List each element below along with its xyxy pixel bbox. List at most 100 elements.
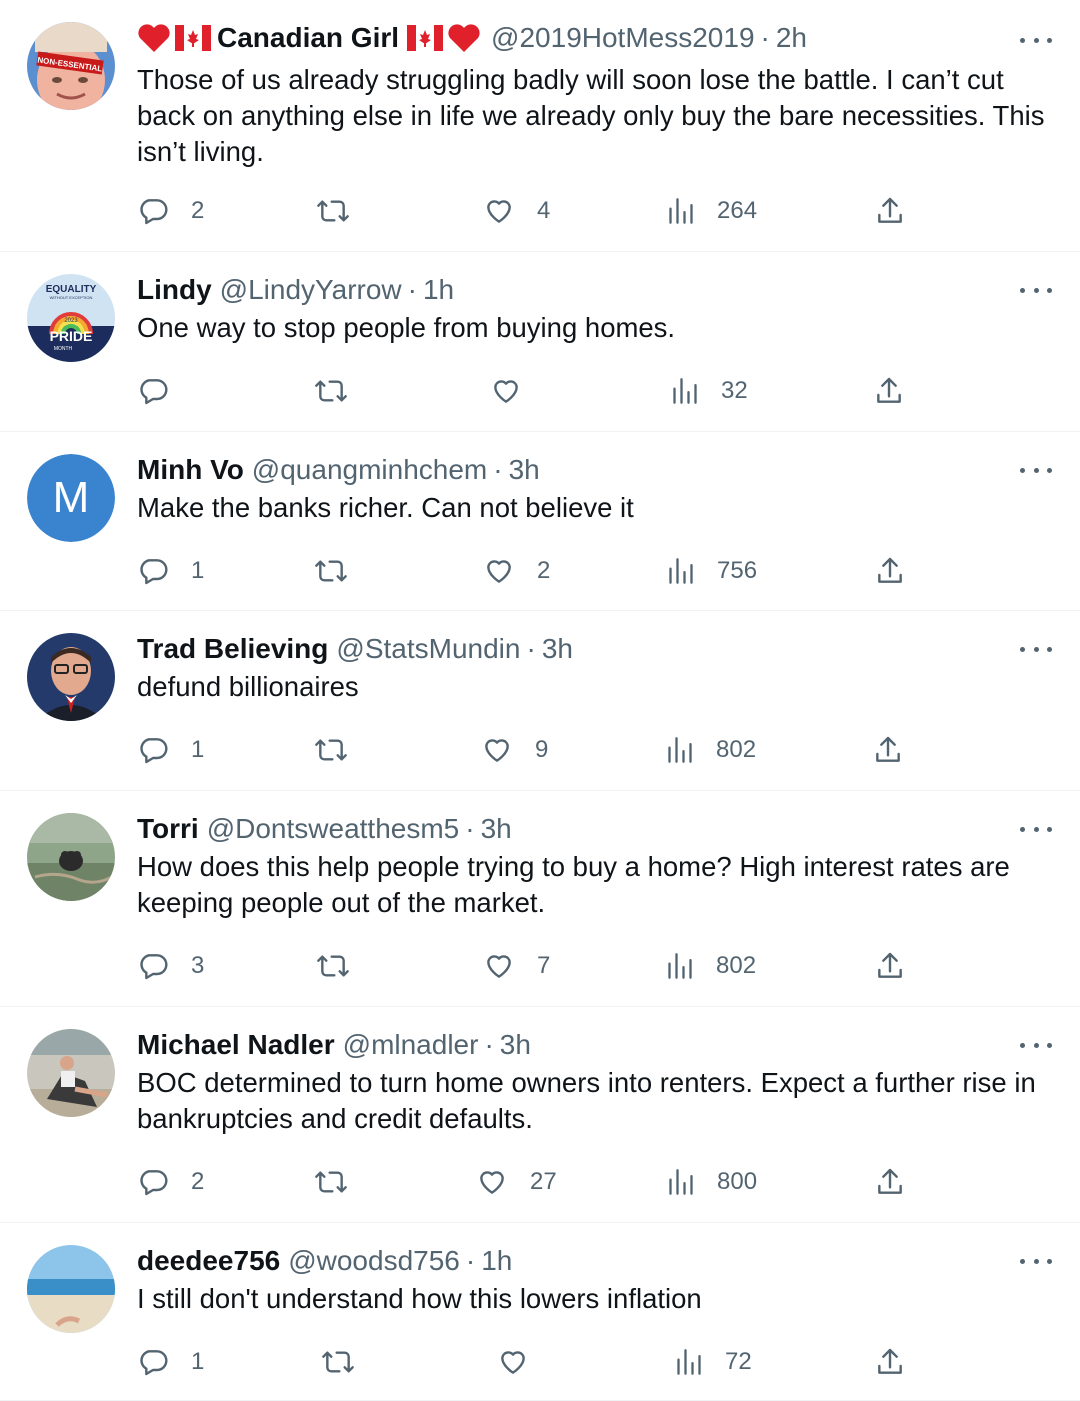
more-options-button[interactable] <box>1020 278 1052 302</box>
avatar[interactable]: EQUALITY WITHOUT EXCEPTION 2023 PRIDE MO… <box>27 274 115 362</box>
reply-button[interactable]: 3 <box>137 948 204 984</box>
reply-button[interactable]: 1 <box>137 732 204 768</box>
retweet-button[interactable] <box>320 1344 356 1380</box>
more-icon <box>1020 287 1025 293</box>
views-button[interactable]: 264 <box>667 193 757 229</box>
reply-button[interactable]: 2 <box>137 193 204 229</box>
like-button[interactable]: 4 <box>483 193 550 229</box>
display-name[interactable]: Canadian Girl <box>217 22 399 54</box>
reply-count: 3 <box>191 952 205 979</box>
tweet[interactable]: deedee756 @woodsd756 · 1h I still don't … <box>0 1223 1080 1401</box>
more-options-button[interactable] <box>1020 28 1052 52</box>
avatar[interactable] <box>27 813 115 901</box>
share-button[interactable] <box>873 373 905 409</box>
tweet-header: Torri @Dontsweatthesm5 · 3h <box>137 809 512 849</box>
user-handle[interactable]: @LindyYarrow <box>220 274 402 306</box>
display-name[interactable]: Michael Nadler <box>137 1029 335 1061</box>
retweet-button[interactable] <box>313 553 349 589</box>
reply-button[interactable] <box>137 373 191 409</box>
view-count: 800 <box>717 1168 758 1195</box>
reply-count: 2 <box>191 1168 205 1195</box>
retweet-button[interactable] <box>315 193 351 229</box>
retweet-button[interactable] <box>313 1164 349 1200</box>
action-bar: 2 4 264 <box>0 193 1080 229</box>
tweet[interactable]: NON-ESSENTIAL Canadian Girl @2019HotMess… <box>0 0 1080 252</box>
more-icon-dot <box>1033 467 1039 473</box>
separator-dot: · <box>465 1245 476 1276</box>
timestamp[interactable]: 1h <box>481 1245 512 1277</box>
tweet-header: Canadian Girl @2019HotMess2019 · 2h <box>137 18 807 58</box>
views-button[interactable]: 802 <box>666 732 756 768</box>
reply-count: 1 <box>191 736 205 763</box>
reply-button[interactable]: 2 <box>137 1164 204 1200</box>
reply-count: 1 <box>191 1348 205 1375</box>
avatar[interactable]: NON-ESSENTIAL <box>27 22 115 110</box>
timestamp[interactable]: 3h <box>509 454 540 486</box>
retweet-button[interactable] <box>313 732 349 768</box>
share-button[interactable] <box>874 1344 906 1380</box>
avatar[interactable] <box>27 633 115 721</box>
like-button[interactable]: 2 <box>483 553 550 589</box>
like-button[interactable]: 7 <box>483 948 550 984</box>
user-handle[interactable]: @Dontsweatthesm5 <box>207 813 460 845</box>
like-button[interactable]: 9 <box>481 732 548 768</box>
timestamp[interactable]: 2h <box>776 22 807 54</box>
user-handle[interactable]: @2019HotMess2019 <box>491 22 754 54</box>
user-handle[interactable]: @woodsd756 <box>288 1245 460 1277</box>
user-handle[interactable]: @mlnadler <box>343 1029 479 1061</box>
tweet[interactable]: EQUALITY WITHOUT EXCEPTION 2023 PRIDE MO… <box>0 252 1080 432</box>
more-options-button[interactable] <box>1020 817 1052 841</box>
more-options-button[interactable] <box>1020 1249 1052 1273</box>
user-handle[interactable]: @StatsMundin <box>336 633 520 665</box>
timestamp[interactable]: 3h <box>481 813 512 845</box>
more-options-button[interactable] <box>1020 458 1052 482</box>
timestamp[interactable]: 1h <box>423 274 454 306</box>
display-name[interactable]: deedee756 <box>137 1245 280 1277</box>
tweet[interactable]: M Minh Vo @quangminhchem · 3h Make the b… <box>0 432 1080 611</box>
avatar[interactable]: M <box>27 454 115 542</box>
display-name[interactable]: Lindy <box>137 274 212 306</box>
timestamp[interactable]: 3h <box>542 633 573 665</box>
more-icon-dot <box>1033 826 1039 832</box>
like-icon <box>480 1171 504 1194</box>
share-button[interactable] <box>872 732 904 768</box>
tweet[interactable]: Michael Nadler @mlnadler · 3h BOC determ… <box>0 1007 1080 1223</box>
action-bar: 3 7 802 <box>0 948 1080 984</box>
share-icon <box>878 1168 902 1194</box>
views-button[interactable]: 800 <box>667 1164 757 1200</box>
views-button[interactable]: 32 <box>671 373 748 409</box>
retweet-button[interactable] <box>313 373 349 409</box>
tweet[interactable]: Trad Believing @StatsMundin · 3h defund … <box>0 611 1080 791</box>
like-button[interactable]: 27 <box>476 1164 557 1200</box>
separator-dot: · <box>493 454 503 485</box>
views-button[interactable]: 756 <box>667 553 757 589</box>
like-button[interactable] <box>490 373 544 409</box>
more-options-button[interactable] <box>1020 637 1052 661</box>
retweet-button[interactable] <box>315 948 351 984</box>
reply-button[interactable]: 1 <box>137 1344 204 1380</box>
avatar[interactable] <box>27 1245 115 1333</box>
display-name[interactable]: Torri <box>137 813 199 845</box>
reply-icon <box>140 954 168 980</box>
timestamp[interactable]: 3h <box>500 1029 531 1061</box>
action-bar: 1 72 <box>0 1344 1080 1380</box>
separator-dot: · <box>484 1029 494 1060</box>
views-icon <box>673 378 697 404</box>
share-button[interactable] <box>874 1164 906 1200</box>
display-name[interactable]: Minh Vo <box>137 454 244 486</box>
reply-button[interactable]: 1 <box>137 553 204 589</box>
share-button[interactable] <box>874 193 906 229</box>
user-handle[interactable]: @quangminhchem <box>252 454 487 486</box>
more-options-button[interactable] <box>1020 1033 1052 1057</box>
tweet[interactable]: Torri @Dontsweatthesm5 · 3h How does thi… <box>0 791 1080 1007</box>
like-button[interactable] <box>497 1344 551 1380</box>
avatar[interactable] <box>27 1029 115 1117</box>
views-button[interactable]: 72 <box>675 1344 752 1380</box>
more-icon-dot <box>1033 1258 1039 1264</box>
like-count: 7 <box>537 952 551 979</box>
display-name[interactable]: Trad Believing <box>137 633 328 665</box>
views-button[interactable]: 802 <box>666 948 756 984</box>
share-button[interactable] <box>874 948 906 984</box>
share-button[interactable] <box>874 553 906 589</box>
separator-dot: · <box>465 813 475 844</box>
